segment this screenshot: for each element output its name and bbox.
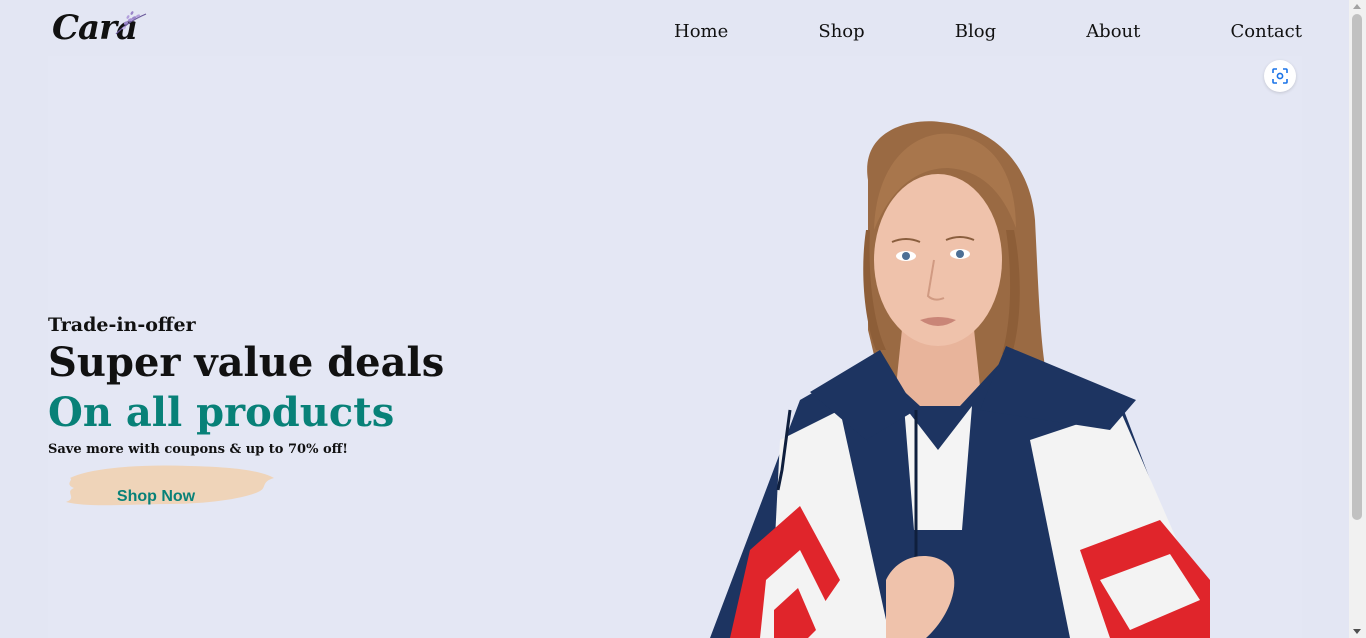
hero-headline: Super value deals	[48, 339, 445, 386]
scrollbar-thumb[interactable]	[1352, 14, 1362, 520]
nav-shop[interactable]: Shop	[784, 21, 864, 42]
nav-contact[interactable]: Contact	[1196, 21, 1311, 42]
lens-search-icon	[1272, 68, 1288, 84]
hero-eyebrow: Trade-in-offer	[48, 314, 196, 336]
logo[interactable]: Cara	[50, 8, 150, 50]
main-nav: Home Shop Blog About Contact	[640, 18, 1312, 44]
nav-about[interactable]: About	[1052, 21, 1140, 42]
hero-headline-accent: On all products	[48, 389, 395, 436]
scroll-up-arrow-icon[interactable]	[1353, 4, 1361, 9]
lavender-icon	[115, 11, 147, 35]
hero-text: Trade-in-offer Super value deals On all …	[48, 312, 528, 460]
page: Cara Home Shop Blog About Contact Trade-…	[0, 0, 1366, 638]
scroll-down-arrow-icon[interactable]	[1353, 629, 1361, 634]
hero-subtext: Save more with coupons & up to 70% off!	[48, 442, 348, 457]
nav-home[interactable]: Home	[640, 21, 728, 42]
vertical-scrollbar[interactable]	[1349, 0, 1366, 638]
nav-blog[interactable]: Blog	[921, 21, 996, 42]
hero-model-image	[710, 121, 1210, 638]
lens-search-button[interactable]	[1264, 60, 1296, 92]
shop-now-label: Shop Now	[116, 488, 196, 505]
shop-now-button[interactable]: Shop Now	[60, 460, 276, 510]
